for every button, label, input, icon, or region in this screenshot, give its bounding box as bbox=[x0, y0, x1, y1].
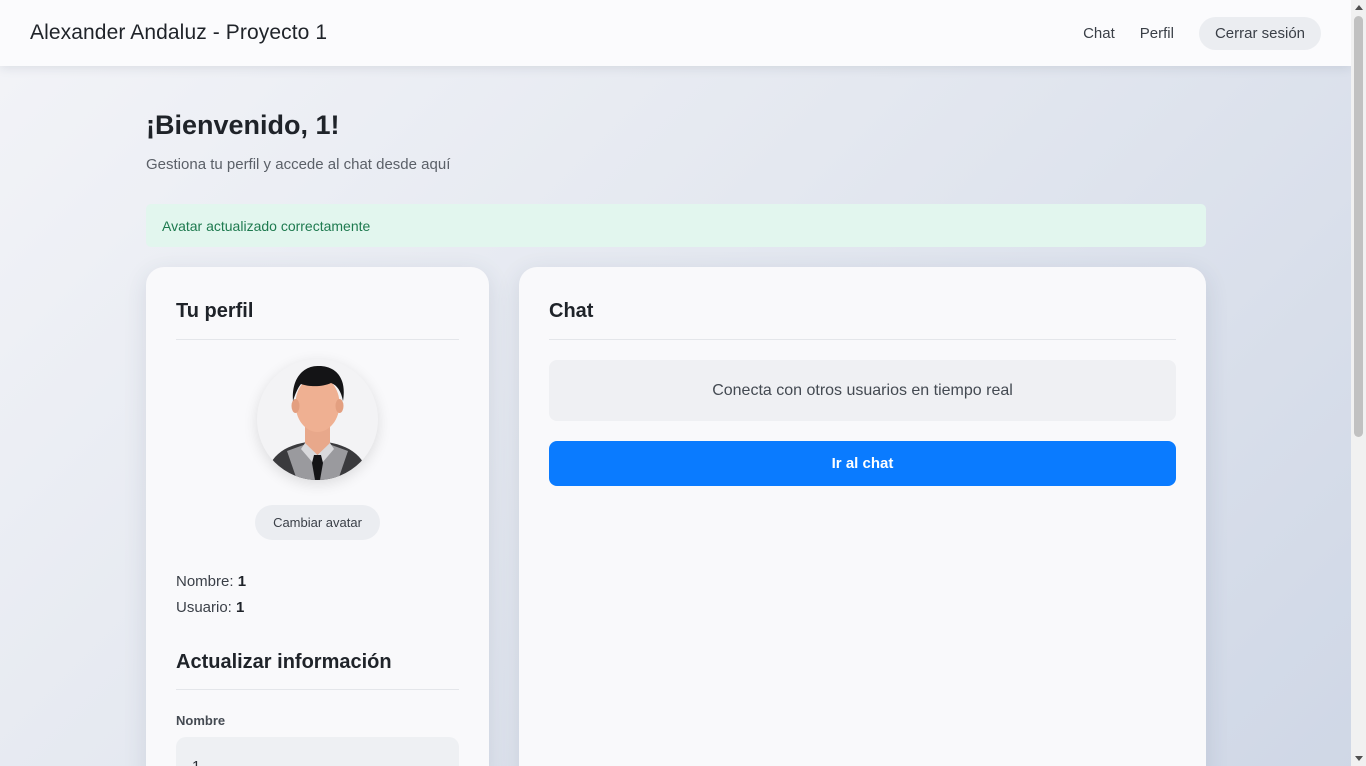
scroll-down-arrow-icon[interactable] bbox=[1355, 756, 1363, 761]
success-alert: Avatar actualizado correctamente bbox=[146, 204, 1206, 247]
page-title: ¡Bienvenido, 1! bbox=[146, 110, 340, 140]
avatar-person-icon bbox=[257, 359, 378, 480]
info-nombre-value: 1 bbox=[237, 573, 247, 590]
profile-card: Tu perfil Cambiar avatar Nombre: 1 Usuar… bbox=[146, 267, 489, 766]
info-usuario: Usuario: 1 bbox=[176, 599, 244, 616]
top-navbar: Alexander Andaluz - Proyecto 1 Chat Perf… bbox=[0, 0, 1351, 66]
alert-message: Avatar actualizado correctamente bbox=[162, 217, 371, 234]
go-to-chat-button[interactable]: Ir al chat bbox=[549, 441, 1176, 486]
nav-link-perfil[interactable]: Perfil bbox=[1140, 25, 1174, 42]
chat-divider bbox=[549, 339, 1176, 340]
scrollbar-thumb[interactable] bbox=[1354, 16, 1363, 437]
info-nombre-label: Nombre: bbox=[176, 573, 234, 590]
avatar bbox=[257, 359, 378, 480]
chat-info-box: Conecta con otros usuarios en tiempo rea… bbox=[549, 360, 1176, 421]
page-subtitle: Gestiona tu perfil y accede al chat desd… bbox=[146, 156, 451, 173]
info-usuario-value: 1 bbox=[236, 599, 245, 616]
chat-card: Chat Conecta con otros usuarios en tiemp… bbox=[519, 267, 1206, 766]
scroll-up-arrow-icon[interactable] bbox=[1355, 5, 1363, 10]
nombre-input[interactable] bbox=[176, 737, 459, 766]
chat-card-title: Chat bbox=[549, 300, 594, 322]
nav-links: Chat Perfil Cerrar sesión bbox=[1058, 16, 1321, 50]
info-nombre: Nombre: 1 bbox=[176, 573, 246, 590]
brand-title: Alexander Andaluz - Proyecto 1 bbox=[30, 21, 328, 44]
info-usuario-label: Usuario: bbox=[176, 599, 232, 616]
profile-divider bbox=[176, 339, 459, 340]
page-scrollbar[interactable] bbox=[1351, 0, 1366, 766]
update-info-title: Actualizar información bbox=[176, 651, 392, 673]
nombre-field-label: Nombre bbox=[176, 713, 226, 728]
update-info-divider bbox=[176, 689, 459, 690]
profile-card-title: Tu perfil bbox=[176, 300, 254, 322]
nav-link-chat[interactable]: Chat bbox=[1083, 25, 1115, 42]
change-avatar-button[interactable]: Cambiar avatar bbox=[255, 505, 380, 540]
logout-button[interactable]: Cerrar sesión bbox=[1198, 16, 1321, 50]
